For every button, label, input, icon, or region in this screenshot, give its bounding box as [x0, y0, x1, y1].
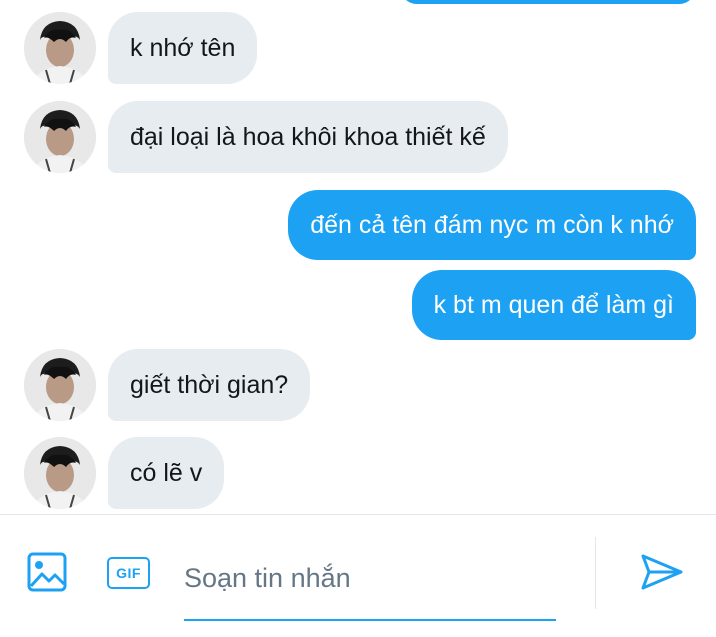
- send-icon[interactable]: [640, 553, 684, 591]
- image-icon[interactable]: [27, 552, 67, 592]
- avatar[interactable]: [24, 12, 96, 84]
- outgoing-message[interactable]: k bt m quen để làm gì: [411, 270, 696, 340]
- message-text: k nhớ tên: [130, 34, 236, 62]
- incoming-message[interactable]: giết thời gian?: [108, 349, 311, 421]
- previous-outgoing-message: [400, 0, 696, 4]
- incoming-message[interactable]: đại loại là hoa khôi khoa thiết kế: [108, 101, 508, 173]
- conversation-view[interactable]: k nhớ tên đại loại là hoa khôi khoa thiế…: [0, 0, 716, 514]
- message-composer: GIF: [0, 514, 716, 637]
- message-input[interactable]: [184, 551, 556, 621]
- message-text: có lẽ v: [130, 459, 203, 487]
- incoming-message[interactable]: có lẽ v: [108, 437, 225, 509]
- message-text: đến cả tên đám nyc m còn k nhớ: [310, 211, 674, 239]
- divider: [595, 537, 596, 609]
- avatar[interactable]: [24, 349, 96, 421]
- outgoing-message[interactable]: đến cả tên đám nyc m còn k nhớ: [288, 190, 696, 260]
- gif-button[interactable]: GIF: [107, 557, 150, 589]
- avatar[interactable]: [24, 437, 96, 509]
- incoming-message[interactable]: k nhớ tên: [108, 12, 258, 84]
- message-text: k bt m quen để làm gì: [433, 291, 674, 319]
- message-text: đại loại là hoa khôi khoa thiết kế: [130, 123, 486, 151]
- message-text: giết thời gian?: [130, 371, 289, 399]
- avatar[interactable]: [24, 101, 96, 173]
- gif-label: GIF: [116, 565, 141, 581]
